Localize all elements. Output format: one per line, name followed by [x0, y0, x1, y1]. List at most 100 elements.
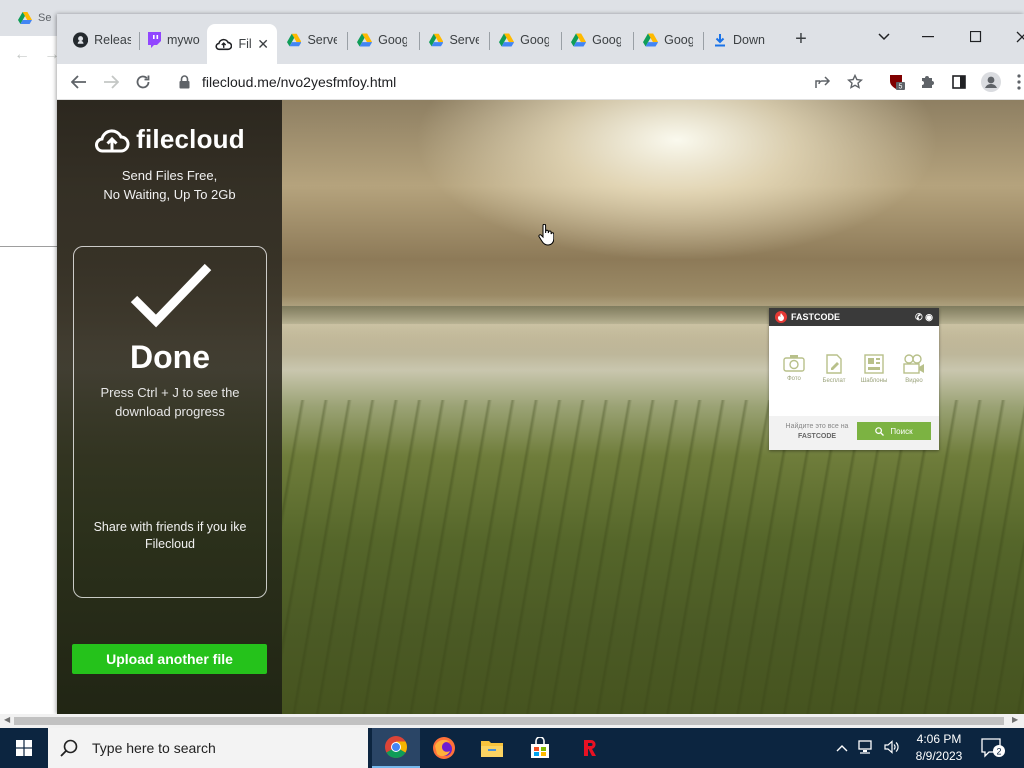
tab-separator: [703, 32, 704, 50]
start-button[interactable]: [0, 728, 48, 768]
google-drive-icon: [287, 33, 302, 47]
store-bag-icon: [531, 737, 549, 758]
scrollbar-thumb[interactable]: [14, 717, 1004, 725]
horizontal-scrollbar[interactable]: ◀ ▶: [0, 714, 1024, 728]
tab-separator: [419, 32, 420, 50]
minimize-button[interactable]: [913, 22, 943, 52]
folder-icon: [481, 741, 503, 757]
url-text[interactable]: filecloud.me/nvo2yesfmfoy.html: [202, 74, 396, 90]
taskbar-search-box[interactable]: Type here to search: [48, 728, 368, 768]
reload-icon: [136, 75, 150, 89]
ublock-extension-button[interactable]: 5: [883, 68, 911, 96]
checkmark-icon: [130, 263, 212, 328]
upload-another-file-button[interactable]: Upload another file: [72, 644, 267, 674]
new-tab-button[interactable]: +: [789, 28, 813, 52]
ad-brand: FASTCODE: [791, 312, 841, 322]
taskbar-search-placeholder: Type here to search: [92, 740, 216, 756]
taskbar-r-app[interactable]: [566, 728, 614, 768]
ad-category-video[interactable]: Видео: [897, 354, 931, 384]
cloud-upload-icon: [95, 128, 130, 152]
network-icon[interactable]: [858, 739, 874, 757]
ad-footer-brand: FASTCODE: [797, 433, 837, 440]
browser-toolbar: filecloud.me/nvo2yesfmfoy.html 5: [57, 64, 1024, 100]
ad-footer-line: Найдите это все на: [785, 423, 849, 430]
ad-category-vector[interactable]: Бесплат: [817, 354, 851, 384]
forward-button[interactable]: [97, 68, 125, 96]
address-bar[interactable]: filecloud.me/nvo2yesfmfoy.html: [167, 67, 867, 97]
chrome-menu-button[interactable]: [1005, 68, 1024, 96]
tab-google-drive[interactable]: Goog: [351, 24, 413, 56]
maximize-button[interactable]: [961, 22, 991, 52]
tab-github-releases[interactable]: Releas: [67, 24, 137, 56]
taskbar-file-explorer[interactable]: [468, 728, 516, 768]
tab-twitch[interactable]: mywo: [141, 24, 207, 56]
tab-google-drive[interactable]: Serve: [423, 24, 485, 56]
scroll-left-arrow-icon[interactable]: ◀: [4, 715, 10, 724]
google-drive-icon: [429, 33, 444, 47]
tab-filecloud-active[interactable]: Fil ✕: [207, 24, 277, 64]
google-drive-icon: [357, 33, 373, 47]
tab-close-icon[interactable]: ✕: [257, 36, 269, 53]
taskbar-clock[interactable]: 4:06 PM 8/9/2023: [904, 731, 974, 765]
ad-category-label: Шаблоны: [860, 378, 888, 384]
ad-category-templates[interactable]: Шаблоны: [857, 354, 891, 384]
volume-icon[interactable]: [884, 739, 900, 757]
chrome-icon: [385, 736, 407, 758]
back-button[interactable]: [65, 68, 93, 96]
share-button[interactable]: [809, 68, 837, 96]
tab-label: Serve: [449, 33, 479, 47]
browser-window: Releas mywo Fil ✕ Serve Goog Serve Goog …: [57, 14, 1024, 714]
taskbar-firefox[interactable]: [420, 728, 468, 768]
reload-button[interactable]: [129, 68, 157, 96]
more-vert-icon: [1017, 74, 1021, 90]
windows-logo-icon: [16, 740, 32, 756]
tab-label: Releas: [94, 33, 131, 47]
tab-google-drive[interactable]: Goog: [493, 24, 555, 56]
tab-google-drive[interactable]: Goog: [565, 24, 627, 56]
taskbar-microsoft-store[interactable]: [516, 728, 564, 768]
firefox-icon: [433, 737, 455, 759]
fastcode-ad-widget[interactable]: FASTCODE ✆ ◉ Фото Бесплат Шаблоны Видео …: [769, 308, 939, 450]
notification-center-button[interactable]: 2: [980, 736, 1008, 760]
search-icon: [875, 426, 885, 436]
ad-header: FASTCODE ✆ ◉: [769, 308, 939, 326]
upload-sidebar: filecloud Send Files Free, No Waiting, U…: [57, 100, 282, 714]
tab-label: Goog: [378, 33, 407, 47]
ad-footer-text: Найдите это все на FASTCODE: [775, 422, 859, 442]
tab-label: Fil: [238, 37, 252, 51]
tray-chevron-up-icon[interactable]: [836, 741, 848, 755]
ad-category-photo[interactable]: Фото: [777, 354, 811, 384]
clock-date: 8/9/2023: [915, 749, 963, 763]
filecloud-logo[interactable]: filecloud: [57, 124, 282, 155]
done-subtitle: Press Ctrl + J to see the download progr…: [100, 385, 240, 419]
ad-contact-icons[interactable]: ✆ ◉: [915, 312, 939, 323]
tab-search-chevron-icon[interactable]: [869, 22, 899, 52]
background-tab-label: Se: [38, 12, 52, 24]
tab-label: Down: [733, 33, 765, 47]
download-icon: [715, 34, 725, 47]
bookmark-star-button[interactable]: [841, 68, 869, 96]
search-icon: [60, 739, 78, 757]
tab-downloads[interactable]: Down: [707, 24, 777, 56]
notification-icon: 2: [981, 738, 1005, 758]
windows-taskbar: Type here to search 4:06 PM 8/9/2023 2: [0, 728, 1024, 768]
taskbar-chrome[interactable]: [372, 728, 420, 768]
tab-label: mywo: [167, 33, 200, 47]
hand-cursor-icon: [538, 224, 554, 246]
close-window-icon[interactable]: [1007, 22, 1024, 52]
upload-complete-card: Done Press Ctrl + J to see the download …: [73, 246, 267, 598]
background-tab[interactable]: Se: [0, 4, 60, 32]
background-back-icon: ←: [14, 46, 30, 63]
google-drive-icon: [571, 33, 587, 47]
profile-button[interactable]: [977, 68, 1005, 96]
extensions-button[interactable]: [913, 68, 941, 96]
scroll-right-arrow-icon[interactable]: ▶: [1012, 715, 1018, 724]
ublock-shield-icon: 5: [890, 75, 905, 91]
tagline: Send Files Free, No Waiting, Up To 2Gb: [57, 166, 282, 204]
google-drive-icon: [18, 12, 32, 24]
ad-search-button[interactable]: Поиск: [857, 422, 931, 440]
tab-google-drive[interactable]: Goog: [637, 24, 699, 56]
tab-google-drive[interactable]: Serve: [281, 24, 343, 56]
tab-label: Serve: [307, 33, 337, 47]
side-panel-button[interactable]: [945, 68, 973, 96]
